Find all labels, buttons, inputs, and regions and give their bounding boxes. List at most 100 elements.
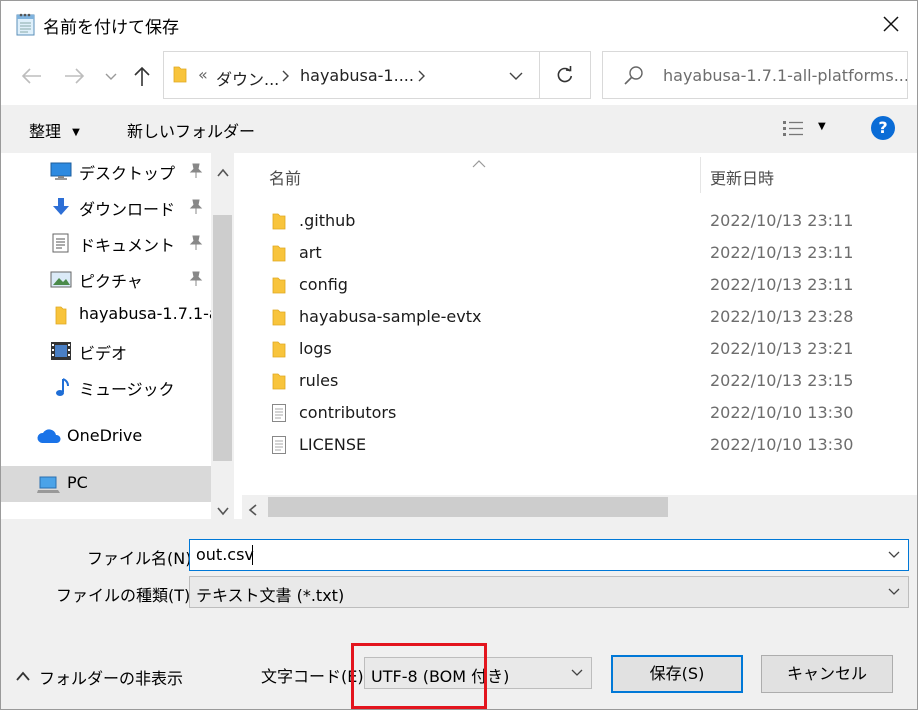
filename-value: out.csv (196, 545, 254, 564)
cancel-button[interactable]: キャンセル (761, 655, 893, 693)
sidebar-item-documents[interactable]: ドキュメント (1, 225, 211, 261)
sidebar-item-label: hayabusa-1.7.1-a (79, 304, 211, 323)
file-list: 名前 更新日時 .github 2022/10/13 23:11 art 2022/1… (242, 153, 917, 519)
scroll-thumb[interactable] (213, 215, 232, 461)
refresh-button[interactable] (539, 51, 591, 99)
organize-button[interactable]: 整理 ▼ (29, 118, 80, 142)
view-dropdown-icon[interactable]: ▼ (818, 121, 826, 132)
recent-locations-button[interactable] (101, 63, 121, 89)
music-icon (50, 377, 72, 397)
navigation-pane: デスクトップ ダウンロード ドキュメント ピクチャ hayabusa-1.7.1… (1, 153, 234, 519)
folder-icon (271, 339, 287, 359)
filename-input[interactable]: out.csv (189, 539, 909, 571)
table-row[interactable]: art 2022/10/13 23:11 (242, 237, 917, 269)
chevron-right-icon[interactable] (416, 68, 426, 87)
up-button[interactable] (127, 63, 157, 89)
sidebar-item-label: ビデオ (79, 344, 128, 363)
filetype-value: テキスト文書 (*.txt) (196, 586, 345, 605)
arrow-right-icon (65, 68, 85, 84)
new-folder-button[interactable]: 新しいフォルダー (127, 118, 255, 142)
table-row[interactable]: rules 2022/10/13 23:15 (242, 365, 917, 397)
document-icon (50, 233, 72, 253)
sort-ascending-icon (472, 153, 486, 172)
sidebar-item-label: OneDrive (67, 426, 143, 445)
chevron-down-icon (888, 588, 900, 595)
forward-button[interactable] (59, 63, 89, 89)
sidebar-scrollbar[interactable] (211, 153, 234, 519)
sidebar-item-label: ピクチャ (79, 272, 143, 291)
highlight-annotation (351, 643, 487, 709)
close-button[interactable] (874, 7, 908, 41)
close-icon (883, 16, 899, 32)
breadcrumb-item-downloads[interactable]: ダウン... (216, 66, 279, 90)
arrow-up-icon (134, 66, 150, 86)
folder-icon (271, 307, 287, 327)
arrow-left-icon (21, 68, 41, 84)
table-row[interactable]: logs 2022/10/13 23:21 (242, 333, 917, 365)
sidebar-item-music[interactable]: ミュージック (1, 369, 211, 405)
file-modified-date: 2022/10/10 13:30 (710, 403, 854, 422)
column-header-modified[interactable]: 更新日時 (710, 165, 774, 189)
organize-label: 整理 (29, 122, 62, 141)
breadcrumb-overflow[interactable]: « (198, 65, 208, 84)
file-name: .github (299, 211, 356, 230)
sidebar-item-pc[interactable]: PC (1, 466, 211, 502)
address-bar[interactable]: « ダウン... hayabusa-1.... (163, 51, 541, 99)
table-row[interactable]: .github 2022/10/13 23:11 (242, 205, 917, 237)
scroll-down-icon[interactable] (217, 501, 229, 520)
sidebar-item-pictures[interactable]: ピクチャ (1, 261, 211, 297)
save-button[interactable]: 保存(S) (611, 655, 743, 693)
filetype-select[interactable]: テキスト文書 (*.txt) (189, 576, 909, 608)
table-row[interactable]: contributors 2022/10/10 13:30 (242, 397, 917, 429)
pane-splitter[interactable] (234, 153, 242, 519)
download-icon (50, 197, 72, 217)
file-modified-date: 2022/10/13 23:28 (710, 307, 854, 326)
chevron-right-icon[interactable] (280, 68, 290, 87)
details-view-icon (783, 121, 803, 136)
sidebar-item-videos[interactable]: ビデオ (1, 333, 211, 369)
filename-label: ファイル名(N): (87, 549, 197, 568)
file-name: contributors (299, 403, 397, 422)
sidebar-item-label: ミュージック (79, 380, 175, 399)
picture-icon (50, 269, 72, 289)
file-icon (271, 403, 287, 423)
scroll-up-icon[interactable] (217, 163, 229, 182)
pin-icon (189, 235, 203, 251)
folder-icon (271, 211, 287, 231)
sidebar-item-desktop[interactable]: デスクトップ (1, 153, 211, 189)
table-row[interactable]: hayabusa-sample-evtx 2022/10/13 23:28 (242, 301, 917, 333)
file-modified-date: 2022/10/13 23:11 (710, 275, 854, 294)
notepad-icon (15, 12, 37, 36)
table-row[interactable]: config 2022/10/13 23:11 (242, 269, 917, 301)
folder-icon (271, 243, 287, 263)
search-icon (624, 66, 643, 85)
sidebar-item-downloads[interactable]: ダウンロード (1, 189, 211, 225)
view-options-button[interactable] (781, 118, 805, 144)
sidebar-item-label: ダウンロード (79, 200, 176, 219)
folder-icon (271, 371, 287, 391)
search-box[interactable]: hayabusa-1.7.1-all-platforms... (602, 51, 908, 99)
folder-icon (271, 275, 287, 295)
file-list-hscrollbar[interactable] (242, 495, 917, 519)
filetype-label: ファイルの種類(T): (56, 586, 196, 605)
breadcrumb-item-hayabusa[interactable]: hayabusa-1.... (300, 66, 414, 85)
back-button[interactable] (17, 63, 47, 89)
help-icon[interactable]: ? (871, 116, 895, 140)
chevron-down-icon[interactable] (888, 549, 900, 561)
scroll-thumb[interactable] (268, 497, 668, 517)
pin-icon (189, 163, 203, 179)
sidebar-item-onedrive[interactable]: OneDrive (1, 419, 211, 455)
column-divider[interactable] (700, 157, 701, 193)
hide-folders-toggle[interactable] (15, 667, 31, 686)
column-header-name[interactable]: 名前 (269, 165, 301, 189)
hide-folders-label[interactable]: フォルダーの非表示 (39, 665, 183, 689)
file-modified-date: 2022/10/13 23:11 (710, 211, 854, 230)
sidebar-item-label: PC (67, 473, 88, 492)
table-row[interactable]: LICENSE 2022/10/10 13:30 (242, 429, 917, 461)
sidebar-item-hayabusa[interactable]: hayabusa-1.7.1-a (1, 297, 211, 333)
address-dropdown-button[interactable] (508, 68, 524, 87)
file-name: hayabusa-sample-evtx (299, 307, 482, 326)
search-placeholder: hayabusa-1.7.1-all-platforms... (663, 66, 908, 85)
scroll-left-icon[interactable] (248, 501, 258, 520)
file-modified-date: 2022/10/10 13:30 (710, 435, 854, 454)
